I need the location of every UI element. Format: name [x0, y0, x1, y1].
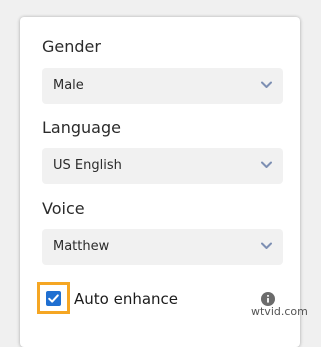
chevron-down-icon	[261, 161, 272, 168]
voice-select-value: Matthew	[53, 239, 110, 254]
auto-enhance-checkbox[interactable]	[46, 291, 61, 306]
info-icon[interactable]	[261, 292, 275, 306]
gender-select-value: Male	[53, 78, 84, 93]
language-label: Language	[42, 118, 121, 137]
auto-enhance-checkbox-focus-ring[interactable]	[37, 282, 70, 314]
language-select-value: US English	[53, 158, 122, 173]
chevron-down-icon	[261, 81, 272, 88]
checkmark-icon	[48, 294, 59, 303]
gender-select[interactable]: Male	[42, 68, 283, 104]
chevron-down-icon	[261, 242, 272, 249]
voice-settings-panel: Gender Male Language US English Voice Ma…	[20, 17, 300, 347]
gender-label: Gender	[42, 37, 101, 56]
watermark-text: wtvid.com	[251, 305, 308, 318]
auto-enhance-label[interactable]: Auto enhance	[74, 290, 178, 308]
voice-label: Voice	[42, 199, 85, 218]
language-select[interactable]: US English	[42, 148, 283, 184]
voice-select[interactable]: Matthew	[42, 229, 283, 265]
